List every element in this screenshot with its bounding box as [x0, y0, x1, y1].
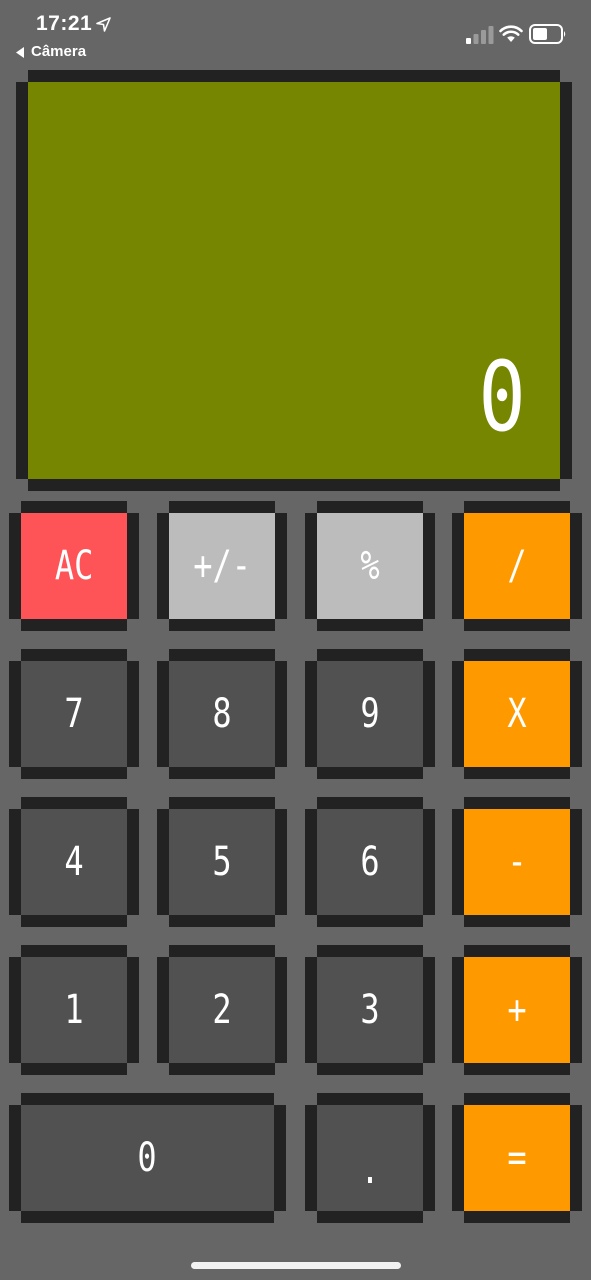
- plus-minus-label: +/-: [193, 543, 251, 589]
- divide-button[interactable]: /: [452, 501, 582, 631]
- display-value: 0: [478, 341, 526, 453]
- back-arrow-icon[interactable]: [16, 47, 25, 58]
- eight-label: 8: [212, 691, 232, 737]
- nine-label: 9: [360, 691, 380, 737]
- multiply-label: X: [507, 691, 527, 737]
- subtract-label: -: [507, 839, 527, 885]
- percent-button[interactable]: %: [305, 501, 435, 631]
- status-time: 17:21: [36, 12, 93, 35]
- subtract-button[interactable]: -: [452, 797, 582, 927]
- three-button[interactable]: 3: [305, 945, 435, 1075]
- five-label: 5: [212, 839, 232, 885]
- zero-label: 0: [137, 1135, 158, 1181]
- divide-label: /: [507, 543, 527, 589]
- six-label: 6: [360, 839, 380, 885]
- eight-button[interactable]: 8: [157, 649, 287, 779]
- location-arrow-icon: [96, 17, 111, 32]
- three-label: 3: [360, 987, 380, 1033]
- six-button[interactable]: 6: [305, 797, 435, 927]
- one-button[interactable]: 1: [9, 945, 139, 1075]
- two-button[interactable]: 2: [157, 945, 287, 1075]
- percent-label: %: [360, 543, 380, 589]
- multiply-button[interactable]: X: [452, 649, 582, 779]
- calculator-display: 0: [16, 70, 572, 491]
- seven-button[interactable]: 7: [9, 649, 139, 779]
- plus-minus-button[interactable]: +/-: [157, 501, 287, 631]
- display-screen: 0: [28, 82, 560, 479]
- home-indicator[interactable]: [191, 1262, 401, 1269]
- signal-icon: [466, 26, 494, 44]
- nine-button[interactable]: 9: [305, 649, 435, 779]
- wifi-icon: [499, 25, 523, 42]
- back-to-camera-link[interactable]: Câmera: [31, 43, 86, 60]
- one-label: 1: [64, 987, 84, 1033]
- zero-button[interactable]: 0: [9, 1093, 286, 1223]
- seven-label: 7: [64, 691, 84, 737]
- ac-label: AC: [54, 543, 94, 589]
- decimal-button[interactable]: .: [305, 1093, 435, 1223]
- status-bar: 17:21 Câmera: [0, 0, 591, 66]
- four-label: 4: [64, 839, 84, 885]
- add-label: +: [507, 987, 527, 1033]
- add-button[interactable]: +: [452, 945, 582, 1075]
- five-button[interactable]: 5: [157, 797, 287, 927]
- equals-label: =: [507, 1135, 527, 1181]
- four-button[interactable]: 4: [9, 797, 139, 927]
- battery-icon: [529, 24, 566, 44]
- decimal-label: .: [360, 1147, 380, 1193]
- two-label: 2: [212, 987, 232, 1033]
- equals-button[interactable]: =: [452, 1093, 582, 1223]
- ac-button[interactable]: AC: [9, 501, 139, 631]
